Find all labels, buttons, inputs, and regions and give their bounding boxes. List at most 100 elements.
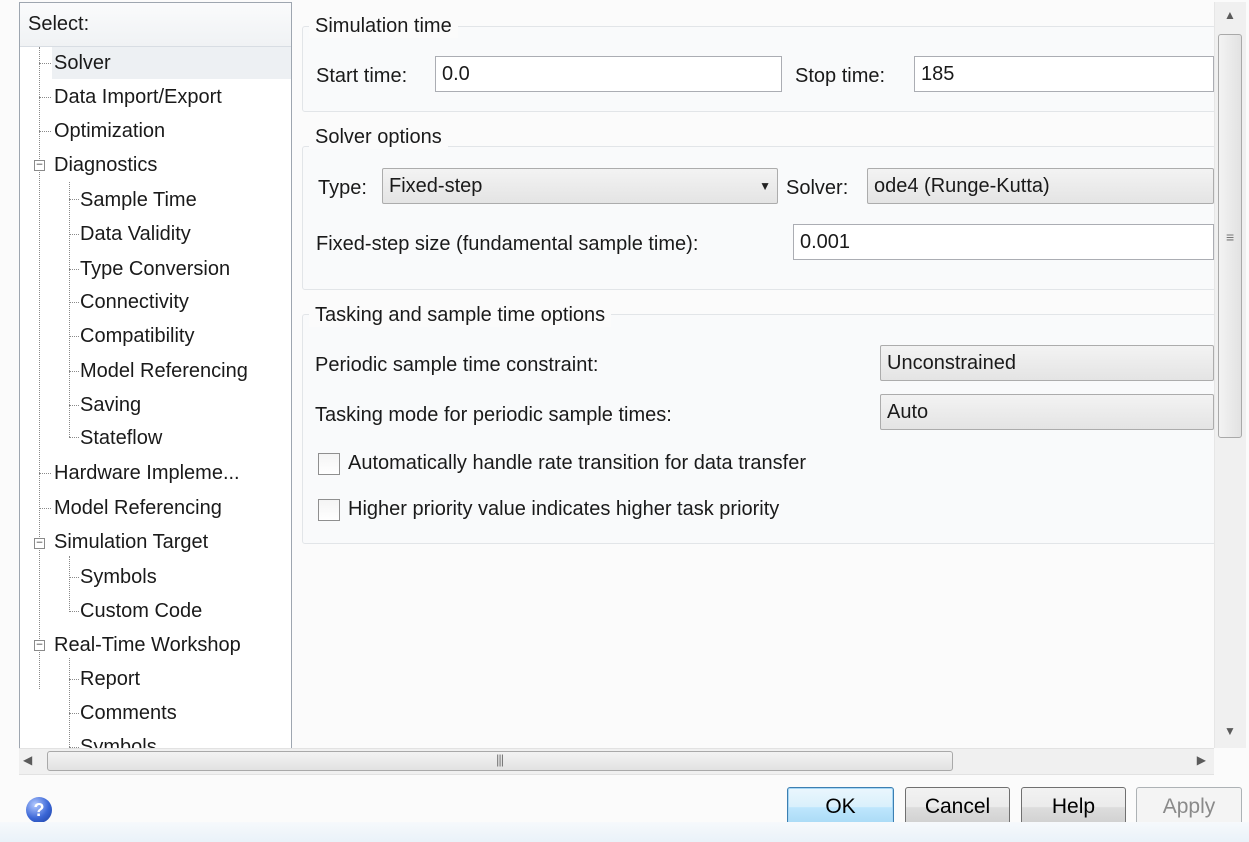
tree-item-compatibility[interactable]: Compatibility <box>80 320 194 352</box>
tasking-mode-select[interactable]: Auto <box>880 394 1214 430</box>
tree-connector <box>69 437 79 438</box>
tree-connector <box>39 47 40 689</box>
dropdown-arrow-icon: ▼ <box>759 179 771 193</box>
tree-item-real-time-workshop[interactable]: Real-Time Workshop <box>52 629 241 661</box>
scroll-up-icon[interactable]: ▲ <box>1224 8 1236 22</box>
tree-item-symbols-rtw[interactable]: Symbols <box>80 731 157 749</box>
tree-connector <box>69 405 79 406</box>
configuration-dialog: Select: − − − Solver Data Import/Export … <box>0 0 1249 842</box>
solver-type-value: Fixed-step <box>389 175 483 197</box>
tree-item-label: Solver <box>54 52 111 74</box>
tree-connector <box>69 302 79 303</box>
tree-header: Select: <box>20 3 291 47</box>
scroll-left-icon[interactable]: ◀ <box>23 753 32 767</box>
start-time-label: Start time: <box>316 65 408 87</box>
tree-connector <box>69 234 79 235</box>
priority-label: Higher priority value indicates higher t… <box>348 498 780 520</box>
tree-item-data-validity[interactable]: Data Validity <box>80 218 191 250</box>
tree-item-model-referencing[interactable]: Model Referencing <box>80 355 248 387</box>
tree-item-label: Saving <box>80 394 142 416</box>
tree-item-type-conversion[interactable]: Type Conversion <box>80 253 230 285</box>
tree-item-label: Hardware Impleme... <box>54 462 240 484</box>
tree-connector <box>39 473 51 474</box>
tree-connector <box>69 658 70 749</box>
horizontal-scrollbar[interactable]: ◀ ||| ▶ <box>19 748 1214 775</box>
grip-icon: ||| <box>496 752 504 767</box>
fixed-step-size-input[interactable]: 0.001 <box>793 224 1214 260</box>
horizontal-scroll-thumb[interactable]: ||| <box>47 751 953 771</box>
vertical-scroll-thumb[interactable]: ≡ <box>1218 34 1242 438</box>
tree-item-data-import-export[interactable]: Data Import/Export <box>52 81 222 113</box>
tree-connector <box>69 611 79 612</box>
periodic-constraint-value: Unconstrained <box>887 352 1016 374</box>
priority-checkbox[interactable] <box>318 499 340 521</box>
scroll-right-icon[interactable]: ▶ <box>1197 753 1206 767</box>
collapse-real-time-workshop-icon[interactable]: − <box>34 640 45 651</box>
stop-time-label: Stop time: <box>795 65 886 87</box>
rate-transition-label: Automatically handle rate transition for… <box>348 452 807 474</box>
tree-item-solver[interactable]: Solver <box>52 47 291 79</box>
tree-item-label: Model Referencing <box>80 360 248 382</box>
tree-item-stateflow[interactable]: Stateflow <box>80 422 162 454</box>
tree-item-label: Model Referencing <box>54 497 222 519</box>
periodic-constraint-select[interactable]: Unconstrained <box>880 345 1214 381</box>
tree-item-label: Connectivity <box>80 291 189 313</box>
tree-item-label: Comments <box>80 702 177 724</box>
cancel-button[interactable]: Cancel <box>905 787 1010 827</box>
tree-item-label: Sample Time <box>80 189 197 211</box>
solver-settings-pane: Simulation time Start time: 0.0 Stop tim… <box>292 2 1214 748</box>
tree-connector <box>69 336 79 337</box>
ok-button[interactable]: OK <box>787 787 894 827</box>
tree-connector <box>39 97 51 98</box>
tree-item-comments[interactable]: Comments <box>80 697 177 729</box>
tree-item-report[interactable]: Report <box>80 663 140 695</box>
start-time-input[interactable]: 0.0 <box>435 56 782 92</box>
tree-connector <box>69 556 70 612</box>
grip-icon: ≡ <box>1226 229 1235 245</box>
rate-transition-checkbox[interactable] <box>318 453 340 475</box>
tree-connector <box>69 679 79 680</box>
periodic-constraint-label: Periodic sample time constraint: <box>315 354 599 376</box>
stop-time-input[interactable]: 185 <box>914 56 1214 92</box>
tasking-mode-label: Tasking mode for periodic sample times: <box>315 404 672 426</box>
tree-item-symbols[interactable]: Symbols <box>80 561 157 593</box>
tree-item-model-referencing-top[interactable]: Model Referencing <box>52 492 222 524</box>
tree-item-sample-time[interactable]: Sample Time <box>80 184 197 216</box>
tree-connector <box>69 269 79 270</box>
background-strip <box>0 822 1249 842</box>
tree-connector <box>39 63 51 64</box>
tree-item-connectivity[interactable]: Connectivity <box>80 286 189 318</box>
tree-connector <box>69 577 79 578</box>
tree-item-label: Symbols <box>80 566 157 588</box>
tree-item-simulation-target[interactable]: Simulation Target <box>52 526 208 558</box>
apply-button[interactable]: Apply <box>1136 787 1242 827</box>
tree-connector <box>69 371 79 372</box>
type-label: Type: <box>318 177 367 199</box>
collapse-simulation-target-icon[interactable]: − <box>34 538 45 549</box>
help-circle-icon[interactable]: ? <box>26 797 52 823</box>
help-button[interactable]: Help <box>1021 787 1126 827</box>
solver-select[interactable]: ode4 (Runge-Kutta) <box>867 168 1214 204</box>
tree-item-custom-code[interactable]: Custom Code <box>80 595 202 627</box>
solver-label: Solver: <box>786 177 849 199</box>
tree-item-label: Diagnostics <box>54 154 158 176</box>
tree-item-label: Compatibility <box>80 325 195 347</box>
tree-item-diagnostics[interactable]: Diagnostics <box>52 149 157 181</box>
tasking-title: Tasking and sample time options <box>309 304 612 327</box>
tree-connector <box>69 713 79 714</box>
tree-item-hardware-implementation[interactable]: Hardware Impleme... <box>52 457 240 489</box>
tree-item-label: Optimization <box>54 120 166 142</box>
tree-item-label: Simulation Target <box>54 531 209 553</box>
tree-item-label: Real-Time Workshop <box>54 634 241 656</box>
collapse-diagnostics-icon[interactable]: − <box>34 160 45 171</box>
tree-item-label: Stateflow <box>80 427 163 449</box>
tree-item-optimization[interactable]: Optimization <box>52 115 165 147</box>
tree-item-label: Data Validity <box>80 223 191 245</box>
scroll-down-icon[interactable]: ▼ <box>1224 724 1236 738</box>
solver-type-select[interactable]: Fixed-step ▼ <box>382 168 778 204</box>
vertical-scrollbar[interactable]: ▲ ≡ ▼ <box>1214 2 1246 748</box>
tree-item-label: Report <box>80 668 141 690</box>
tree-connector <box>69 182 70 437</box>
solver-value: ode4 (Runge-Kutta) <box>874 175 1050 197</box>
tree-item-saving[interactable]: Saving <box>80 389 141 421</box>
